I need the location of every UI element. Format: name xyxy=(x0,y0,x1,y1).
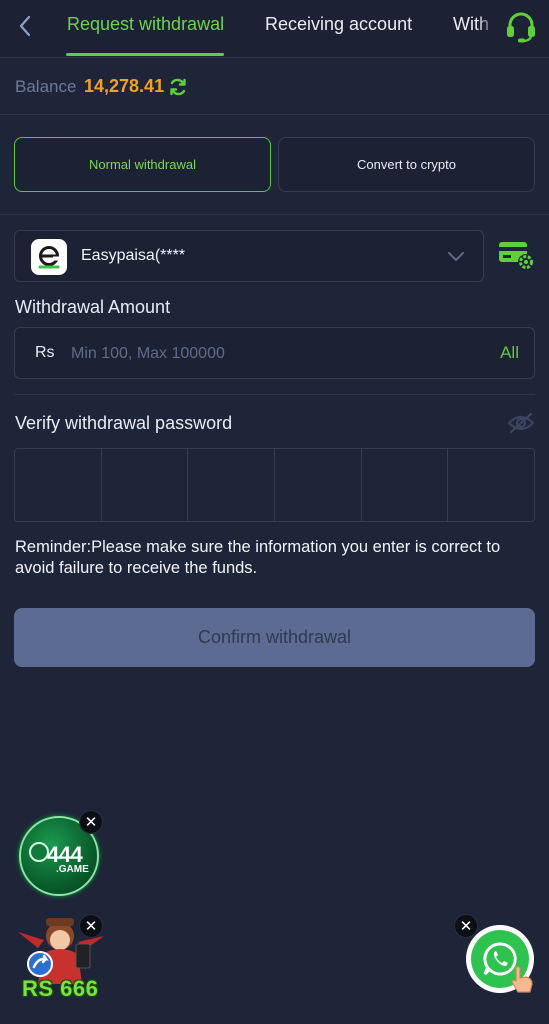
currency-symbol: Rs xyxy=(35,344,55,361)
withdrawal-page: Request withdrawal Receiving account Wit… xyxy=(0,0,549,1024)
close-icon[interactable]: ✕ xyxy=(454,914,478,938)
balance-value: 14,278.41 xyxy=(84,76,165,96)
pin-cell[interactable] xyxy=(188,449,276,521)
amount-label: Withdrawal Amount xyxy=(15,297,171,317)
tab-request-withdrawal[interactable]: Request withdrawal xyxy=(67,14,224,35)
headset-icon xyxy=(507,12,535,43)
reminder-text: Reminder:Please make sure the informatio… xyxy=(15,538,501,577)
amount-input[interactable] xyxy=(71,338,471,370)
account-name: Easypaisa(**** xyxy=(81,247,186,264)
customer-support-button[interactable] xyxy=(502,8,540,44)
pin-cell[interactable] xyxy=(102,449,189,521)
coin-icon xyxy=(29,842,49,862)
balance-label: Balance xyxy=(15,77,77,96)
close-icon[interactable]: ✕ xyxy=(79,914,103,938)
tab-receiving-account[interactable]: Receiving account xyxy=(265,14,412,35)
close-icon[interactable]: ✕ xyxy=(79,810,103,834)
top-tab-bar: Request withdrawal Receiving account Wit… xyxy=(0,0,549,58)
refresh-icon[interactable] xyxy=(168,77,188,97)
divider xyxy=(14,394,535,395)
back-button[interactable] xyxy=(14,12,36,40)
pin-cell[interactable] xyxy=(15,449,102,521)
pin-cell[interactable] xyxy=(275,449,362,521)
game-badge-sub: .GAME xyxy=(56,864,89,875)
normal-withdrawal-button[interactable]: Normal withdrawal xyxy=(14,137,271,192)
confirm-withdrawal-button[interactable]: Confirm withdrawal xyxy=(14,608,535,667)
all-amount-button[interactable]: All xyxy=(500,343,519,363)
pointer-hand-icon xyxy=(511,965,533,993)
eye-off-icon[interactable] xyxy=(507,412,535,434)
card-settings-icon[interactable] xyxy=(496,238,536,272)
easypaisa-logo xyxy=(31,239,67,275)
account-selector[interactable]: Easypaisa(**** xyxy=(14,230,484,282)
balance-row xyxy=(0,58,549,115)
convert-to-crypto-button[interactable]: Convert to crypto xyxy=(278,137,535,192)
chevron-down-icon xyxy=(448,252,464,261)
pin-cell[interactable] xyxy=(448,449,534,521)
promo-text: RS 666 xyxy=(22,976,99,1001)
back-arrow-icon xyxy=(19,15,31,37)
amount-field: Rs All xyxy=(14,327,535,379)
password-label: Verify withdrawal password xyxy=(15,413,233,433)
active-tab-indicator xyxy=(66,53,224,56)
divider xyxy=(0,214,549,215)
pin-cell[interactable] xyxy=(362,449,449,521)
password-pin-field[interactable] xyxy=(14,448,535,522)
